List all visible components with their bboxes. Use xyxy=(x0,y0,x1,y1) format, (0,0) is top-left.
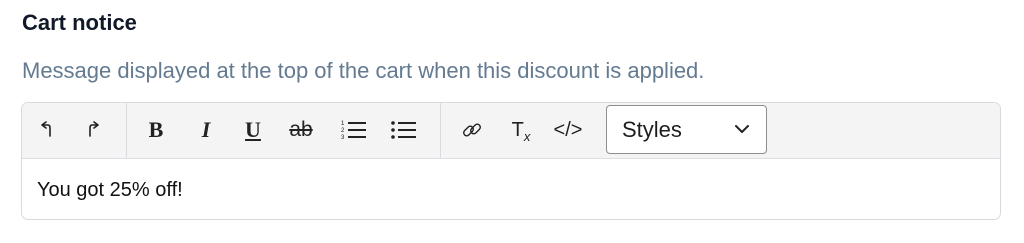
editor-content-text: You got 25% off! xyxy=(37,179,183,201)
chevron-down-icon xyxy=(735,125,749,133)
styles-dropdown[interactable]: Styles xyxy=(606,105,767,154)
bold-button[interactable]: B xyxy=(138,112,174,148)
svg-text:2: 2 xyxy=(341,128,345,134)
link-button[interactable] xyxy=(454,112,490,148)
underline-button[interactable]: U xyxy=(235,112,271,148)
undo-icon xyxy=(41,121,51,137)
link-icon xyxy=(463,123,481,137)
clear-format-label: T xyxy=(511,118,524,141)
svg-text:1: 1 xyxy=(341,121,345,127)
strikethrough-button[interactable]: ab xyxy=(283,112,319,148)
redo-icon xyxy=(89,121,99,137)
rich-text-editor: B I U ab 1 2 3 T x </> Styles You got 25… xyxy=(21,102,1001,220)
redo-button[interactable] xyxy=(76,112,112,148)
bullet-list-icon xyxy=(391,121,416,139)
ordered-list-button[interactable]: 1 2 3 xyxy=(336,112,372,148)
styles-dropdown-value: Styles xyxy=(622,117,682,142)
bullet-list-button[interactable] xyxy=(386,112,422,148)
code-button[interactable]: </> xyxy=(550,112,586,148)
ordered-list-icon: 1 2 3 xyxy=(341,121,366,141)
clear-formatting-button[interactable]: Tx xyxy=(503,112,539,148)
toolbar-separator xyxy=(126,103,127,158)
editor-content-area[interactable]: You got 25% off! xyxy=(22,159,1000,219)
italic-button[interactable]: I xyxy=(188,112,224,148)
clear-format-subscript: x xyxy=(523,128,531,144)
svg-text:3: 3 xyxy=(341,135,345,141)
undo-button[interactable] xyxy=(28,112,64,148)
field-help-text: Message displayed at the top of the cart… xyxy=(22,58,705,83)
editor-toolbar: B I U ab 1 2 3 T x </> Styles xyxy=(22,103,1000,159)
toolbar-separator xyxy=(440,103,441,158)
field-label: Cart notice xyxy=(22,10,137,35)
